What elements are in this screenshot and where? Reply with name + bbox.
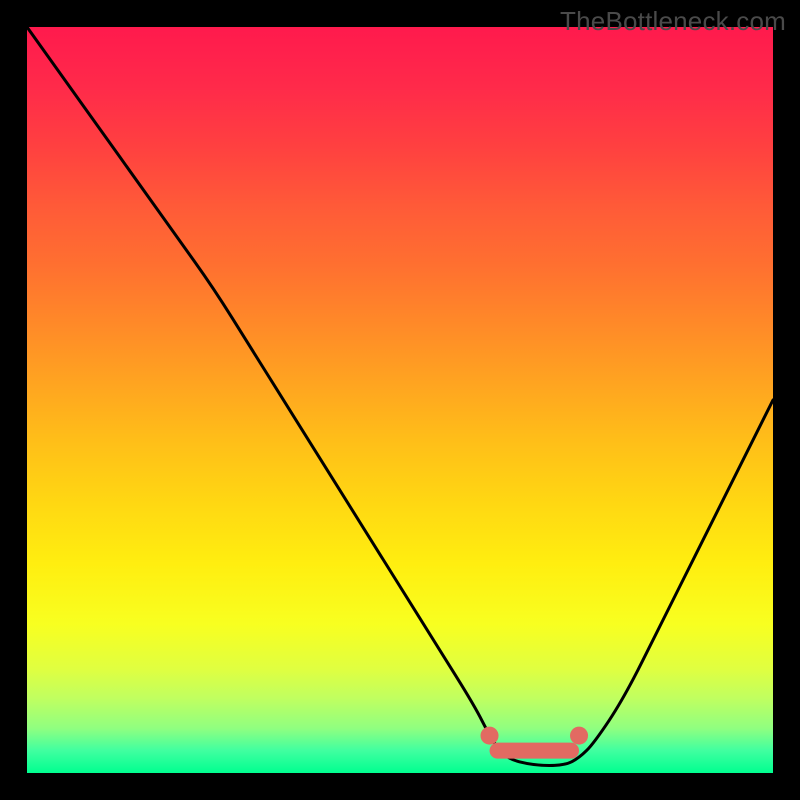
chart-svg: [27, 27, 773, 773]
plot-area: [27, 27, 773, 773]
sweet-spot-dot-right: [570, 727, 588, 745]
chart-container: TheBottleneck.com: [0, 0, 800, 800]
sweet-spot-bar: [490, 743, 580, 759]
watermark-text: TheBottleneck.com: [560, 6, 786, 37]
bottleneck-curve: [27, 27, 773, 766]
sweet-spot-dot-left: [481, 727, 499, 745]
